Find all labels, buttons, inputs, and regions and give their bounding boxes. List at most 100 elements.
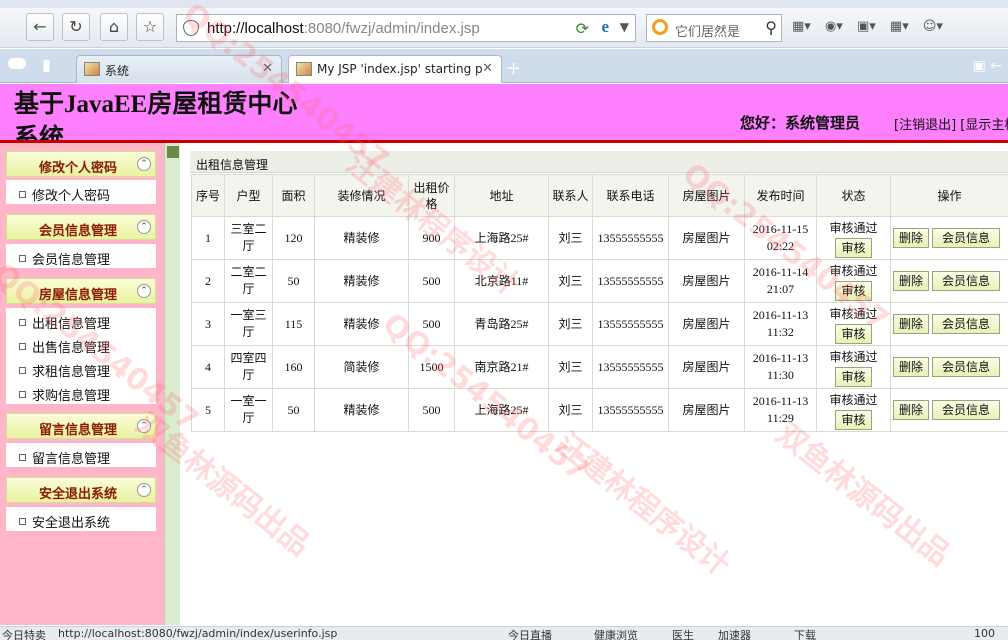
cell-image-link[interactable]: 房屋图片 [668,302,745,346]
table-row: 1 三室二厅 120 精装修 900 上海路25# 刘三 13555555555… [191,216,1008,260]
search-box[interactable]: 它们居然是 ⚲ [646,14,782,42]
column-header: 状态 [816,174,891,217]
audit-button[interactable]: 审核 [835,410,872,430]
sidebar-group-logout[interactable]: 安全退出系统 ⌃ [6,477,156,503]
delete-button[interactable]: 删除 [893,314,930,334]
cell-image-link[interactable]: 房屋图片 [668,216,745,260]
tab-menu-icon[interactable]: ▣ ← [973,58,1002,74]
status-item-live[interactable]: 今日直播 [508,627,552,640]
cell-address: 上海路25# [454,216,549,260]
cell-contact: 刘三 [548,345,593,389]
cell-no: 3 [191,302,225,346]
audit-button[interactable]: 审核 [835,238,872,258]
header-links[interactable]: [注销退出] [显示主框 [894,114,1008,133]
sidebar-item-want-buy[interactable]: 求购信息管理 [6,380,156,404]
audit-button[interactable]: 审核 [835,367,872,387]
sidebar-item-messages[interactable]: 留言信息管理 [6,443,156,467]
cell-operations: 删除 会员信息 [890,216,1008,260]
column-header: 发布时间 [744,174,817,217]
back-arrow-icon[interactable]: ← [26,13,54,41]
delete-button[interactable]: 删除 [893,400,930,420]
close-tab-icon[interactable]: ✕ [482,61,493,76]
compat-refresh-icon[interactable]: ⟳ [576,19,589,38]
delete-button[interactable]: 删除 [893,228,930,248]
tab-index-jsp[interactable]: My JSP 'index.jsp' starting p ✕ [288,55,502,83]
status-today-deals[interactable]: 今日特卖 [2,627,46,640]
rental-table: 序号 户型 面积 装修情况 出租价格 地址 联系人 联系电话 房屋图片 发布时间… [191,174,1008,432]
bookmark-icon[interactable]: ▮ [42,55,51,74]
delete-button[interactable]: 删除 [893,357,930,377]
sidebar-item-want-rent[interactable]: 求租信息管理 [6,356,156,380]
cell-image-link[interactable]: 房屋图片 [668,345,745,389]
audit-button[interactable]: 审核 [835,281,872,301]
sidebar-splitter[interactable] [164,143,180,625]
member-info-button[interactable]: 会员信息 [932,400,1001,420]
sidebar-item-member-management[interactable]: 会员信息管理 [6,244,156,268]
ie-engine-icon[interactable]: e [601,17,609,37]
column-header: 户型 [224,174,273,217]
close-tab-icon[interactable]: ✕ [262,61,273,76]
new-tab-plus-icon[interactable]: + [506,58,521,79]
sidebar-group-messages[interactable]: 留言信息管理 ⌃ [6,413,156,439]
cell-image-link[interactable]: 房屋图片 [668,259,745,303]
cell-image-link[interactable]: 房屋图片 [668,388,745,432]
shield-extension-icon[interactable]: ◉▾ [825,19,843,34]
sidebar-item-rent-out[interactable]: 出租信息管理 [6,308,156,332]
cell-type: 三室二厅 [224,216,273,260]
reload-icon[interactable]: ↻ [62,13,90,41]
collapse-chevron-icon[interactable]: ⌃ [137,220,151,234]
home-icon[interactable]: ⌂ [100,13,128,41]
member-info-button[interactable]: 会员信息 [932,314,1001,334]
favorite-star-icon[interactable]: ☆ [136,13,164,41]
apps-grid-icon[interactable]: ▦▾ [792,19,811,34]
collapse-chevron-icon[interactable]: ⌃ [137,483,151,497]
delete-button[interactable]: 删除 [893,271,930,291]
sidebar-item-for-sale[interactable]: 出售信息管理 [6,332,156,356]
tab-system[interactable]: 系统 ✕ [76,55,282,83]
cell-address: 青岛路25# [454,302,549,346]
tools-icon[interactable]: ▦▾ [890,19,909,34]
cell-type: 四室四厅 [224,345,273,389]
cell-time: 2016-11-13 11:30 [744,345,817,389]
status-item-accelerator[interactable]: 加速器 [718,627,751,640]
sidebar: 修改个人密码 ⌃ 修改个人密码 会员信息管理 ⌃ 会员信息管理 房屋信息管理 ⌃ 出租… [0,143,164,625]
browser-toolbar: ← ↻ ⌂ ☆ http://localhost:8080/fwzj/admin… [0,8,1008,48]
translate-icon[interactable]: ▣▾ [857,19,876,34]
site-title: 基于JavaEE房屋租赁中心系统 [14,91,298,140]
cell-decoration: 精装修 [314,302,409,346]
cell-status: 审核通过 审核 [816,216,891,260]
member-info-button[interactable]: 会员信息 [932,357,1001,377]
cell-area: 115 [272,302,315,346]
cell-time: 2016-11-13 11:32 [744,302,817,346]
sidebar-item-logout[interactable]: 安全退出系统 [6,507,156,531]
smiley-icon[interactable]: ☺▾ [923,19,943,34]
cell-contact: 刘三 [548,302,593,346]
cloud-icon[interactable] [8,58,26,69]
status-item-health[interactable]: 健康浏览 [594,627,638,640]
cell-price: 500 [408,259,455,303]
sidebar-group-password-body: 修改个人密码 [6,180,156,204]
status-item-download[interactable]: 下载 [794,627,816,640]
sidebar-group-members[interactable]: 会员信息管理 ⌃ [6,214,156,240]
member-info-button[interactable]: 会员信息 [932,271,1001,291]
cell-address: 南京路21# [454,345,549,389]
collapse-chevron-icon[interactable]: ⌃ [137,157,151,171]
status-item-doctor[interactable]: 医生 [672,627,694,640]
tab-favicon-icon [84,62,100,76]
page-header: 基于JavaEE房屋租赁中心系统 您好：系统管理员 [注销退出] [显示主框 [0,84,1008,140]
sidebar-item-change-password[interactable]: 修改个人密码 [6,180,156,204]
collapse-chevron-icon[interactable]: ⌃ [137,284,151,298]
member-info-button[interactable]: 会员信息 [932,228,1001,248]
address-bar[interactable]: http://localhost:8080/fwzj/admin/index.j… [176,14,636,42]
address-dropdown-icon[interactable]: ▼ [620,20,629,34]
search-input[interactable]: 它们居然是 [675,21,740,40]
sidebar-group-houses[interactable]: 房屋信息管理 ⌃ [6,278,156,304]
search-icon[interactable]: ⚲ [765,18,777,37]
collapse-sidebar-icon[interactable] [167,146,179,158]
status-text: 审核通过 [829,393,878,407]
zoom-level[interactable]: 100 [974,627,995,640]
audit-button[interactable]: 审核 [835,324,872,344]
address-url[interactable]: http://localhost:8080/fwzj/admin/index.j… [207,20,480,37]
sidebar-group-password[interactable]: 修改个人密码 ⌃ [6,151,156,177]
collapse-chevron-icon[interactable]: ⌃ [137,419,151,433]
